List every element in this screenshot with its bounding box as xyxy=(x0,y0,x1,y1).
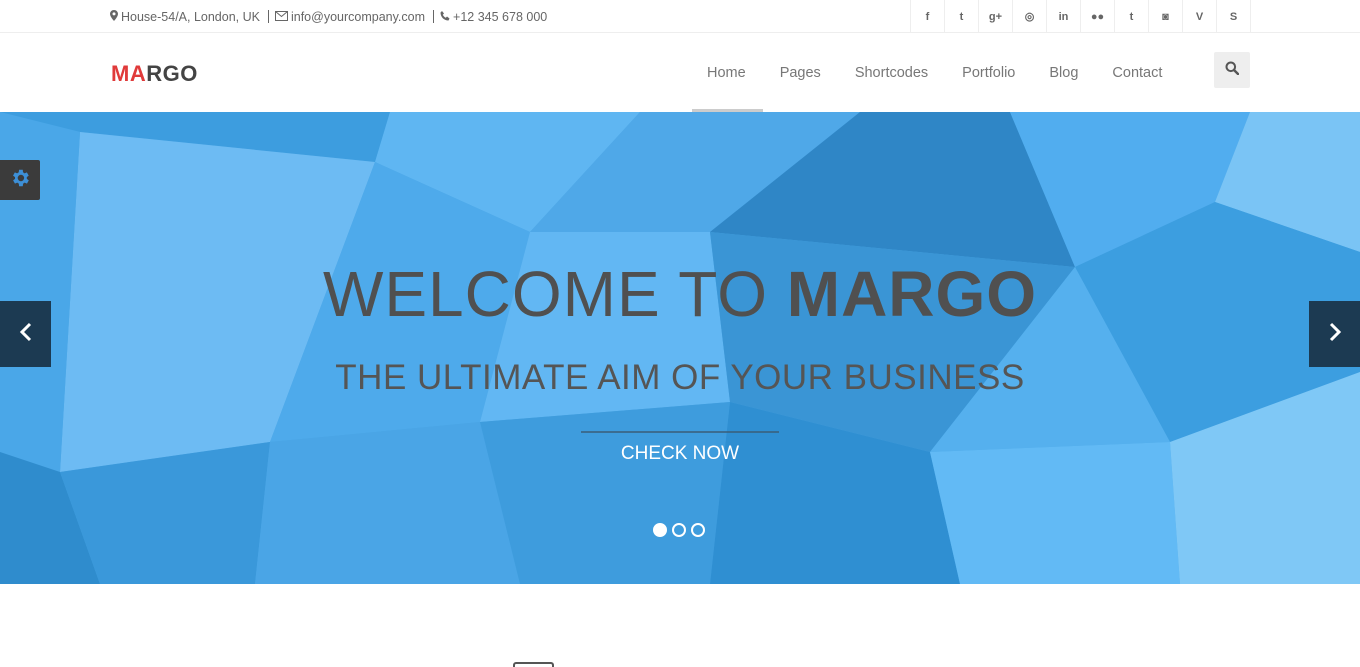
top-bar: House-54/A, London, UK info@yourcompany.… xyxy=(0,0,1360,33)
nav-item-blog[interactable]: Blog xyxy=(1032,33,1095,112)
gear-icon xyxy=(9,167,31,194)
nav-item-shortcodes[interactable]: Shortcodes xyxy=(838,33,945,112)
tumblr-icon[interactable]: t xyxy=(1115,0,1149,33)
separator xyxy=(267,10,269,23)
google-plus-icon[interactable]: g+ xyxy=(979,0,1013,33)
dribbble-icon[interactable]: ◎ xyxy=(1013,0,1047,33)
slider-dot[interactable] xyxy=(672,523,686,537)
map-marker-icon xyxy=(110,9,118,24)
polygon-background xyxy=(0,112,1360,584)
slider-dot[interactable] xyxy=(653,523,667,537)
phone: +12 345 678 000 xyxy=(440,10,547,24)
separator xyxy=(433,10,435,23)
phone-icon xyxy=(440,10,450,24)
nav-item-pages[interactable]: Pages xyxy=(763,33,838,112)
check-now-button[interactable]: CHECK NOW xyxy=(580,439,780,469)
skype-icon[interactable]: S xyxy=(1217,0,1251,33)
hero-subline: THE ULTIMATE AIM OF YOUR BUSINESS xyxy=(335,358,1025,397)
social-links: f t g+ ◎ in ●● t ◙ V S xyxy=(910,0,1251,33)
address: House-54/A, London, UK xyxy=(110,9,260,24)
flickr-icon[interactable]: ●● xyxy=(1081,0,1115,33)
address-text: House-54/A, London, UK xyxy=(121,9,260,24)
content-section xyxy=(0,584,1360,667)
site-header: MARGO Home Pages Shortcodes Portfolio Blog Co… xyxy=(0,33,1360,112)
hero-headline-light: WELCOME TO xyxy=(322,258,787,330)
section-icon-fragment xyxy=(513,662,554,667)
hero-slider: WELCOME TO MARGO THE ULTIMATE AIM OF YOU… xyxy=(0,112,1360,584)
envelope-icon xyxy=(274,10,288,24)
nav-item-home[interactable]: Home xyxy=(690,33,763,112)
slider-pagination xyxy=(653,523,705,537)
nav-item-contact[interactable]: Contact xyxy=(1095,33,1179,112)
email[interactable]: info@yourcompany.com xyxy=(274,10,425,24)
email-text[interactable]: info@yourcompany.com xyxy=(291,10,425,24)
contact-info: House-54/A, London, UK info@yourcompany.… xyxy=(110,0,547,33)
logo-accent: MA xyxy=(111,61,147,86)
instagram-icon[interactable]: ◙ xyxy=(1149,0,1183,33)
settings-tab[interactable] xyxy=(0,160,40,200)
hero-divider xyxy=(581,431,779,433)
site-logo[interactable]: MARGO xyxy=(111,61,198,87)
search-button[interactable] xyxy=(1214,52,1250,88)
vimeo-icon[interactable]: V xyxy=(1183,0,1217,33)
nav-item-portfolio[interactable]: Portfolio xyxy=(945,33,1032,112)
twitter-icon[interactable]: t xyxy=(945,0,979,33)
hero-headline-bold: MARGO xyxy=(786,258,1038,330)
search-icon xyxy=(1225,61,1240,80)
linkedin-icon[interactable]: in xyxy=(1047,0,1081,33)
facebook-icon[interactable]: f xyxy=(911,0,945,33)
main-nav: Home Pages Shortcodes Portfolio Blog Contact xyxy=(690,33,1179,112)
phone-text: +12 345 678 000 xyxy=(453,9,548,24)
logo-rest: RGO xyxy=(146,61,198,86)
hero-headline: WELCOME TO MARGO xyxy=(0,257,1360,331)
slider-dot[interactable] xyxy=(691,523,705,537)
